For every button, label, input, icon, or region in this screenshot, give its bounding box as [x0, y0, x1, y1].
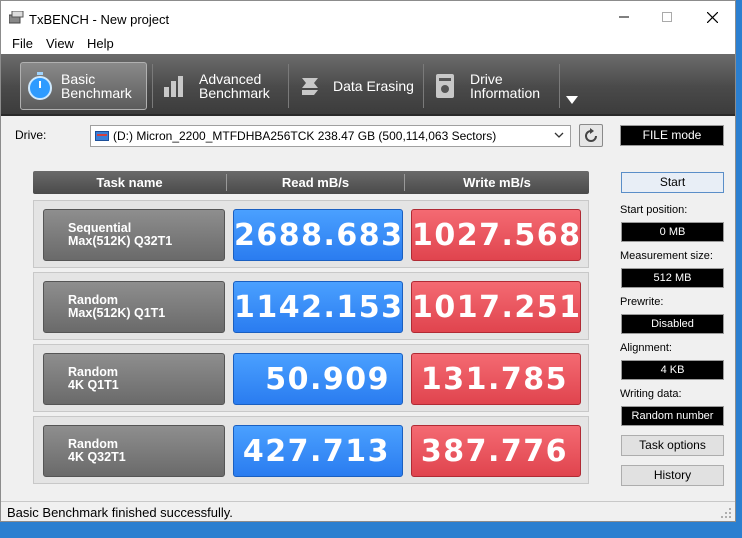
tab-basic-line2: Benchmark — [61, 85, 132, 101]
status-bar: Basic Benchmark finished successfully. — [1, 501, 735, 521]
measurement-size-field: 512 MB — [621, 268, 724, 288]
writing-data-label: Writing data: — [620, 388, 682, 400]
stopwatch-icon — [28, 72, 52, 100]
tab-data-erasing-label: Data Erasing — [333, 78, 414, 94]
task-button-seq-q32t1[interactable]: Sequential Max(512K) Q32T1 — [43, 209, 225, 261]
history-button[interactable]: History — [621, 465, 724, 486]
tab-basic-line1: Basic — [61, 71, 96, 87]
menu-help[interactable]: Help — [87, 36, 114, 51]
start-position-label: Start position: — [620, 204, 688, 216]
tab-data-erasing[interactable]: Data Erasing — [295, 62, 417, 110]
tab-drive-line2: Information — [470, 85, 541, 101]
tab-drive-information[interactable]: Drive Information — [430, 62, 555, 110]
close-button[interactable] — [689, 1, 735, 33]
drive-info-icon — [436, 74, 454, 98]
toolbar-separator — [288, 64, 289, 108]
prewrite-field: Disabled — [621, 314, 724, 334]
drive-icon — [95, 131, 109, 141]
write-value: 1027.568 — [411, 209, 581, 261]
app-window: TxBENCH - New project File View Help Bas… — [0, 0, 736, 522]
start-button[interactable]: Start — [621, 172, 724, 193]
header-task-name: Task name — [96, 175, 163, 190]
header-read: Read mB/s — [281, 175, 350, 190]
task-line2: Max(512K) Q32T1 — [68, 234, 173, 248]
tab-basic-benchmark[interactable]: Basic Benchmark — [20, 62, 147, 110]
table-row: Sequential Max(512K) Q32T1 2688.683 1027… — [33, 200, 589, 268]
task-button-rnd-4k-q32t1[interactable]: Random 4K Q32T1 — [43, 425, 225, 477]
read-value: 50.909 — [233, 353, 403, 405]
bar-chart-icon — [164, 76, 183, 97]
app-icon — [9, 11, 24, 24]
file-mode-indicator: FILE mode — [620, 125, 724, 146]
writing-data-field: Random number — [621, 406, 724, 426]
tab-advanced-benchmark[interactable]: Advanced Benchmark — [159, 62, 284, 110]
prewrite-label: Prewrite: — [620, 296, 664, 308]
alignment-field: 4 KB — [621, 360, 724, 380]
status-text: Basic Benchmark finished successfully. — [7, 505, 233, 520]
write-value: 131.785 — [411, 353, 581, 405]
refresh-icon — [585, 127, 597, 142]
drive-label: Drive: — [15, 128, 47, 142]
tab-drive-line1: Drive — [470, 71, 503, 87]
task-line2: Max(512K) Q1T1 — [68, 306, 166, 320]
toolbar-separator — [152, 64, 153, 108]
toolbar: Basic Benchmark Advanced Benchmark Data … — [1, 54, 735, 116]
toolbar-separator — [559, 64, 560, 108]
menu-view[interactable]: View — [46, 36, 74, 51]
write-value: 1017.251 — [411, 281, 581, 333]
header-write: Write mB/s — [463, 175, 531, 190]
start-position-field: 0 MB — [621, 222, 724, 242]
read-value: 1142.153 — [233, 281, 403, 333]
task-line2: 4K Q1T1 — [68, 378, 119, 392]
minimize-button[interactable] — [601, 1, 647, 33]
toolbar-separator — [423, 64, 424, 108]
minimize-icon — [619, 16, 629, 18]
title-bar: TxBENCH - New project — [1, 1, 735, 33]
maximize-icon — [662, 12, 672, 22]
drive-selected-text: (D:) Micron_2200_MTFDHBA256TCK 238.47 GB… — [113, 129, 497, 143]
drive-select[interactable]: (D:) Micron_2200_MTFDHBA256TCK 238.47 GB… — [90, 125, 571, 147]
close-icon — [706, 11, 718, 23]
menu-file[interactable]: File — [12, 36, 33, 51]
table-row: Random Max(512K) Q1T1 1142.153 1017.251 — [33, 272, 589, 340]
alignment-label: Alignment: — [620, 342, 672, 354]
menu-bar: File View Help — [1, 33, 735, 54]
read-value: 427.713 — [233, 425, 403, 477]
table-row: Random 4K Q1T1 50.909 131.785 — [33, 344, 589, 412]
toolbar-dropdown-icon[interactable] — [566, 96, 578, 104]
task-button-rnd-max-q1t1[interactable]: Random Max(512K) Q1T1 — [43, 281, 225, 333]
table-row: Random 4K Q32T1 427.713 387.776 — [33, 416, 589, 484]
task-line2: 4K Q32T1 — [68, 450, 126, 464]
task-options-button[interactable]: Task options — [621, 435, 724, 456]
resize-grip-icon[interactable] — [720, 507, 732, 519]
maximize-button[interactable] — [644, 1, 690, 33]
write-value: 387.776 — [411, 425, 581, 477]
chevron-down-icon — [554, 132, 564, 138]
task-button-rnd-4k-q1t1[interactable]: Random 4K Q1T1 — [43, 353, 225, 405]
results-header: Task name Read mB/s Write mB/s — [33, 171, 589, 194]
eraser-icon — [302, 78, 318, 95]
window-title: TxBENCH - New project — [29, 12, 170, 27]
read-value: 2688.683 — [233, 209, 403, 261]
refresh-button[interactable] — [579, 124, 603, 147]
measurement-size-label: Measurement size: — [620, 250, 713, 262]
tab-advanced-line1: Advanced — [199, 71, 262, 87]
tab-advanced-line2: Benchmark — [199, 85, 270, 101]
